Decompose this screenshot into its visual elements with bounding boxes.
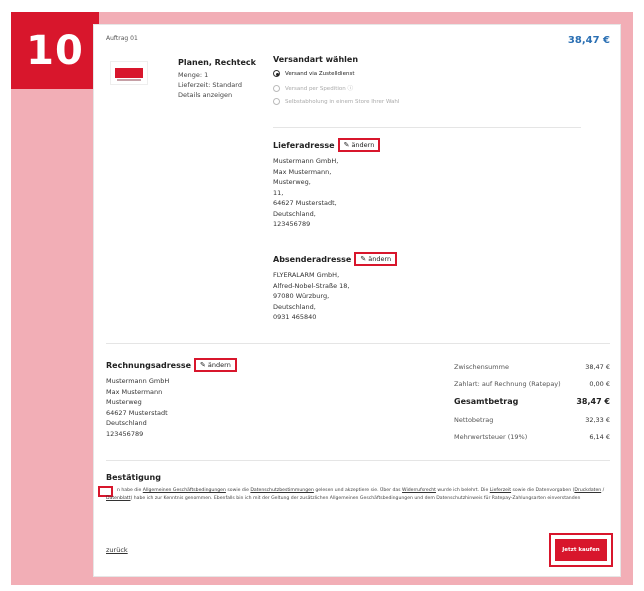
sender-address-edit-button[interactable]: ✎ ändern: [354, 252, 398, 266]
product-image: [110, 61, 148, 85]
address-line: Deutschland,: [273, 302, 316, 311]
shipping-option-label: Versand per Spedition ⓘ: [285, 86, 353, 92]
radio-selected-icon[interactable]: [273, 70, 280, 77]
terms-text-part: n habe die: [117, 488, 143, 493]
order-summary-card: Auftrag 01 38,47 € Planen, Rechteck Meng…: [93, 24, 621, 577]
address-line: 64627 Musterstadt: [106, 408, 168, 417]
delivery-address-header: Lieferadresse ✎ ändern: [273, 138, 381, 152]
billing-address-heading: Rechnungsadresse: [106, 360, 192, 370]
shipping-option-label: Selbstabholung in einem Store Ihrer Wahl: [285, 98, 400, 105]
address-line: 123456789: [106, 429, 144, 438]
address-line: 97080 Würzburg,: [273, 292, 330, 300]
sender-address-header: Absenderadresse ✎ ändern: [273, 252, 398, 266]
address-line: Alfred-Nobel-Straße 18,: [273, 281, 350, 290]
sender-address-heading: Absenderadresse: [273, 254, 352, 264]
delivery-time-link[interactable]: Lieferzeit: [490, 488, 511, 493]
billing-address-edit-button[interactable]: ✎ ändern: [194, 358, 237, 372]
divider: [106, 460, 610, 461]
product-details-link[interactable]: Details anzeigen: [178, 91, 232, 99]
price-summary: Zwischensumme 38,47 € Zahlart: auf Rechn…: [454, 363, 610, 450]
terms-text-part: sowie die Datenvorgaben (: [511, 488, 575, 493]
edit-label: ändern: [368, 255, 392, 263]
order-label: Auftrag 01: [106, 35, 138, 42]
summary-row-subtotal: Zwischensumme 38,47 €: [454, 363, 610, 380]
address-line: 0931 465840: [273, 313, 317, 321]
print-data-link[interactable]: Druckdaten: [574, 488, 601, 493]
address-line: Musterweg,: [273, 178, 311, 186]
summary-row-net: Nettobetrag 32,33 €: [454, 416, 610, 433]
address-line: 64627 Musterstadt,: [273, 199, 337, 207]
edit-label: ändern: [351, 141, 375, 149]
shipping-option-freight: Versand per Spedition ⓘ: [273, 84, 353, 92]
delivery-address-block: Mustermann GmbH, Max Mustermann, Musterw…: [273, 156, 338, 230]
banner-graphic: [115, 68, 143, 78]
pencil-icon: ✎: [360, 255, 367, 263]
address-line: Deutschland: [106, 419, 147, 427]
radio-icon: [273, 98, 280, 105]
pencil-icon: ✎: [343, 141, 350, 149]
product-quantity: Menge: 1: [178, 71, 209, 79]
shipping-option-label: Versand via Zustelldienst: [285, 70, 355, 77]
terms-text: n habe die Allgemeinen Geschäftsbedingun…: [106, 487, 614, 503]
order-total: 38,47 €: [567, 35, 610, 46]
subtotal-value: 38,47 €: [585, 363, 610, 371]
address-line: 11,: [273, 188, 284, 197]
address-line: Musterweg: [106, 398, 142, 406]
net-label: Nettobetrag: [454, 416, 494, 424]
delivery-address-heading: Lieferadresse: [273, 140, 335, 150]
confirmation-heading: Bestätigung: [106, 473, 161, 482]
address-line: FLYERALARM GmbH,: [273, 271, 340, 279]
total-value: 38,47 €: [576, 397, 610, 406]
billing-address-block: Mustermann GmbH Max Mustermann Musterweg…: [106, 376, 169, 439]
vat-label: Mehrwertsteuer (19%): [454, 433, 528, 441]
shipping-option-pickup: Selbstabholung in einem Store Ihrer Wahl: [273, 98, 399, 105]
vat-value: 6,14 €: [589, 433, 610, 441]
subtotal-label: Zwischensumme: [454, 363, 509, 371]
step-number-badge: 10: [11, 12, 99, 89]
summary-row-payment: Zahlart: auf Rechnung (Ratepay) 0,00 €: [454, 380, 610, 397]
payment-method-label: Zahlart: auf Rechnung (Ratepay): [454, 380, 561, 388]
sender-address-block: FLYERALARM GmbH, Alfred-Nobel-Straße 18,…: [273, 270, 349, 323]
total-label: Gesamtbetrag: [454, 397, 519, 406]
edit-label: ändern: [207, 361, 231, 369]
address-line: Max Mustermann: [106, 387, 163, 396]
terms-link[interactable]: Allgemeinen Geschäftsbedingungen: [143, 488, 226, 493]
withdrawal-link[interactable]: Widerrufsrecht: [402, 488, 436, 493]
terms-text-part: /: [601, 488, 605, 493]
address-line: 123456789: [273, 220, 311, 228]
buy-button-highlight: Jetzt kaufen: [549, 533, 613, 567]
address-line: Max Mustermann,: [273, 167, 332, 176]
address-line: Mustermann GmbH,: [273, 157, 339, 165]
terms-text-part: ) habe ich zur Kenntnis genommen. Ebenfa…: [130, 496, 581, 501]
billing-address-header: Rechnungsadresse ✎ ändern: [106, 358, 237, 372]
shipping-heading: Versandart wählen: [273, 55, 359, 64]
pencil-icon: ✎: [200, 361, 206, 369]
payment-method-value: 0,00 €: [589, 380, 610, 388]
shipping-option-courier[interactable]: Versand via Zustelldienst: [273, 70, 354, 77]
back-link[interactable]: zurück: [106, 546, 128, 554]
product-delivery-time: Lieferzeit: Standard: [178, 81, 242, 89]
terms-text-part: sowie die: [225, 488, 251, 493]
privacy-link[interactable]: Datenschutzbestimmungen: [250, 488, 314, 493]
terms-text-part: wurde ich belehrt. Die: [435, 488, 490, 493]
net-value: 32,33 €: [585, 416, 610, 424]
datasheet-link[interactable]: Datenblatt: [106, 496, 131, 501]
address-line: Deutschland,: [273, 209, 316, 218]
divider: [106, 343, 610, 344]
buy-now-button[interactable]: Jetzt kaufen: [555, 539, 607, 561]
divider: [273, 127, 581, 128]
banner-graphic-line: [117, 79, 141, 81]
summary-row-vat: Mehrwertsteuer (19%) 6,14 €: [454, 433, 610, 450]
summary-row-total: Gesamtbetrag 38,47 €: [454, 397, 610, 416]
terms-text-part: gelesen und akzeptiere sie. Über das: [313, 488, 403, 493]
delivery-address-edit-button[interactable]: ✎ ändern: [337, 138, 381, 152]
product-title: Planen, Rechteck: [178, 58, 256, 67]
radio-icon: [273, 84, 280, 92]
address-line: Mustermann GmbH: [106, 377, 170, 385]
